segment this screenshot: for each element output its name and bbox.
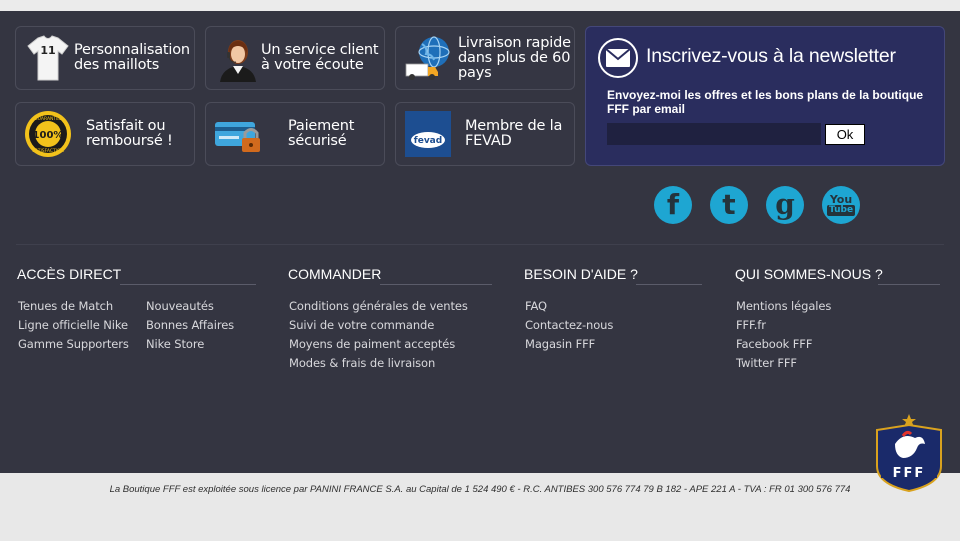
feature-label: Satisfait ou remboursé ! [86, 118, 173, 149]
footer-link[interactable]: Conditions générales de ventes [289, 299, 468, 313]
footer-link[interactable]: FAQ [525, 299, 547, 313]
footer-link[interactable]: Mentions légales [736, 299, 831, 313]
newsletter-description: Envoyez-moi les offres et les bons plans… [607, 88, 924, 116]
footer-link[interactable]: Facebook FFF [736, 337, 812, 351]
feature-label: Paiement sécurisé [288, 118, 355, 149]
svg-text:11: 11 [40, 44, 55, 57]
satisfaction-guarantee-icon: 100% GUARANTEE SATISFACTION [25, 111, 71, 157]
svg-text:GUARANTEE: GUARANTEE [34, 116, 62, 122]
crest-letters: FFF [893, 466, 926, 481]
footer-link[interactable]: Magasin FFF [525, 337, 595, 351]
svg-text:100%: 100% [33, 130, 64, 141]
acces-direct-rule [120, 284, 256, 285]
fevad-logo-text: fevad [414, 136, 442, 146]
twitter-link[interactable]: t [710, 186, 748, 224]
google-icon: g [775, 188, 795, 221]
feature-label: Un service client à votre écoute [261, 42, 379, 73]
footer-link[interactable]: Tenues de Match [18, 299, 113, 313]
besoin-aide-rule [636, 284, 702, 285]
footer-link[interactable]: Bonnes Affaires [146, 318, 234, 332]
footer-link[interactable]: Nike Store [146, 337, 204, 351]
qui-sommes-nous-rule [878, 284, 940, 285]
feature-satisfaction[interactable]: 100% GUARANTEE SATISFACTION Satisfait ou… [15, 102, 195, 166]
svg-text:SATISFACTION: SATISFACTION [32, 148, 64, 154]
feature-label: Personnalisation des maillots [74, 42, 190, 73]
newsletter-box: Inscrivez-vous à la newsletter Envoyez-m… [585, 26, 945, 166]
footer-divider [16, 244, 944, 245]
customer-service-icon [220, 40, 256, 82]
top-strip [0, 0, 960, 11]
feature-label: Membre de la FEVAD [465, 118, 563, 149]
feature-fevad[interactable]: fevad Membre de la FEVAD [395, 102, 575, 166]
fff-crest-logo[interactable]: FFF [873, 414, 945, 492]
besoin-aide-heading: BESOIN D'AIDE ? [524, 266, 638, 282]
youtube-link[interactable]: You Tube [822, 186, 860, 224]
youtube-icon-bottom: Tube [826, 205, 856, 216]
legal-notice: La Boutique FFF est exploitée sous licen… [109, 484, 851, 495]
footer-link[interactable]: Moyens de paiment acceptés [289, 337, 455, 351]
newsletter-submit-button[interactable]: Ok [825, 124, 865, 145]
feature-label: Livraison rapide dans plus de 60 pays [458, 34, 571, 81]
feature-customer-service[interactable]: Un service client à votre écoute [205, 26, 385, 90]
commander-rule [380, 284, 492, 285]
newsletter-title: Inscrivez-vous à la newsletter [646, 45, 896, 67]
qui-sommes-nous-heading: QUI SOMMES-NOUS ? [735, 266, 883, 282]
feature-personalisation[interactable]: 11 Personnalisation des maillots [15, 26, 195, 90]
secure-payment-card-icon [215, 122, 260, 152]
footer-link[interactable]: FFF.fr [736, 318, 766, 332]
facebook-icon: f [666, 188, 680, 221]
feature-delivery[interactable]: Livraison rapide dans plus de 60 pays [395, 26, 575, 90]
feature-secure-payment[interactable]: Paiement sécurisé [205, 102, 385, 166]
footer-link[interactable]: Suivi de votre commande [289, 318, 434, 332]
footer-link[interactable]: Ligne officielle Nike [18, 318, 128, 332]
newsletter-email-input[interactable] [607, 123, 821, 145]
facebook-link[interactable]: f [654, 186, 692, 224]
jersey-icon: 11 [27, 35, 69, 81]
acces-direct-heading: ACCÈS DIRECT [17, 266, 122, 282]
delivery-truck-globe-icon [405, 36, 450, 80]
commander-heading: COMMANDER [288, 266, 382, 282]
footer-link[interactable]: Gamme Supporters [18, 337, 129, 351]
footer-link[interactable]: Nouveautés [146, 299, 214, 313]
fevad-logo-icon: fevad [405, 111, 451, 157]
footer-link[interactable]: Contactez-nous [525, 318, 613, 332]
youtube-icon-top: You [829, 193, 853, 206]
google-link[interactable]: g [766, 186, 804, 224]
footer-link[interactable]: Modes & frais de livraison [289, 356, 435, 370]
twitter-icon: t [722, 188, 736, 221]
footer-link[interactable]: Twitter FFF [736, 356, 797, 370]
envelope-icon [598, 38, 638, 78]
